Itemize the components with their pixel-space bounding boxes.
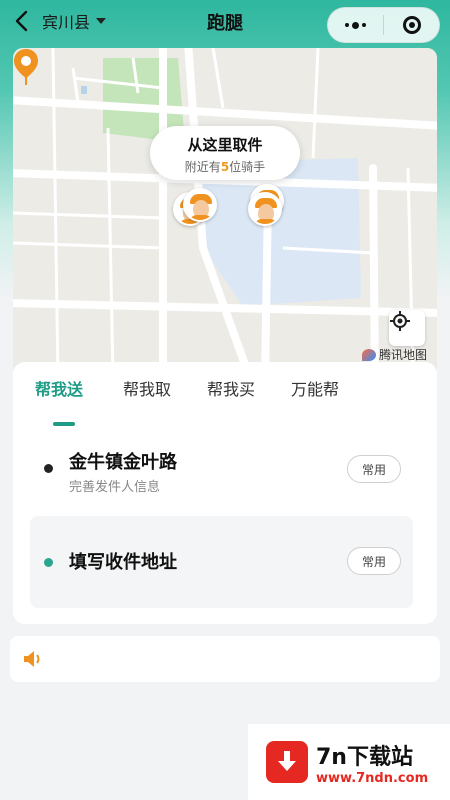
dot-icon xyxy=(352,21,359,29)
pickup-bubble[interactable]: 从这里取件 附近有5位骑手 xyxy=(150,126,300,180)
pickup-sub-suffix: 位骑手 xyxy=(229,160,266,174)
mini-program-capsule xyxy=(327,7,440,43)
active-tab-indicator xyxy=(53,422,75,426)
watermark-title: 7n下载站 xyxy=(316,744,413,770)
crosshair-icon xyxy=(390,311,410,331)
tab-send[interactable]: 帮我送 xyxy=(35,376,83,400)
map-provider-logo: 腾讯地图 xyxy=(361,346,427,363)
nav-bar: 宾川县 跑腿 xyxy=(0,0,450,44)
watermark: 7n下载站 www.7ndn.com xyxy=(248,724,450,800)
tencent-map-icon xyxy=(361,348,376,361)
receiver-address-box[interactable]: 填写收件地址 常用 xyxy=(30,516,413,608)
more-menu-button[interactable] xyxy=(328,8,383,42)
locate-button[interactable] xyxy=(389,310,425,346)
map-roads xyxy=(13,48,437,370)
tab-pickup[interactable]: 帮我取 xyxy=(123,376,171,400)
download-icon xyxy=(266,741,308,783)
rider-avatar xyxy=(248,192,282,226)
tab-universal[interactable]: 万能帮 xyxy=(291,376,339,400)
close-mini-program-button[interactable] xyxy=(384,8,439,42)
tab-buy[interactable]: 帮我买 xyxy=(207,376,255,400)
sender-info-hint: 完善发件人信息 xyxy=(69,480,161,495)
map-logo-text: 腾讯地图 xyxy=(378,348,427,362)
speaker-icon xyxy=(24,651,40,667)
map-view[interactable]: 从这里取件 附近有5位骑手 腾讯地图 xyxy=(13,48,437,370)
receiver-common-button[interactable]: 常用 xyxy=(347,547,401,575)
watermark-url: www.7ndn.com xyxy=(316,770,429,786)
rider-count: 5 xyxy=(220,160,230,174)
target-icon xyxy=(402,16,421,34)
sender-address-row[interactable]: 金牛镇金叶路 完善发件人信息 常用 xyxy=(13,438,437,498)
service-tabs: 帮我送 帮我取 帮我买 万能帮 xyxy=(13,376,437,426)
pickup-subtitle: 附近有5位骑手 xyxy=(150,158,300,175)
sender-common-button[interactable]: 常用 xyxy=(347,455,401,483)
dot-icon xyxy=(345,23,349,27)
pickup-sub-prefix: 附近有 xyxy=(184,160,221,174)
sender-address: 金牛镇金叶路 xyxy=(69,452,177,473)
location-pin-icon xyxy=(14,49,38,85)
pickup-title: 从这里取件 xyxy=(187,136,263,154)
dot-icon xyxy=(362,23,366,27)
notice-bar[interactable] xyxy=(10,636,440,682)
order-card: 帮我送 帮我取 帮我买 万能帮 金牛镇金叶路 完善发件人信息 常用 填写收件地址… xyxy=(13,362,437,624)
receiver-dot xyxy=(44,558,53,567)
sender-dot xyxy=(44,464,53,473)
receiver-address-placeholder: 填写收件地址 xyxy=(69,552,177,573)
rider-avatar xyxy=(183,188,217,222)
